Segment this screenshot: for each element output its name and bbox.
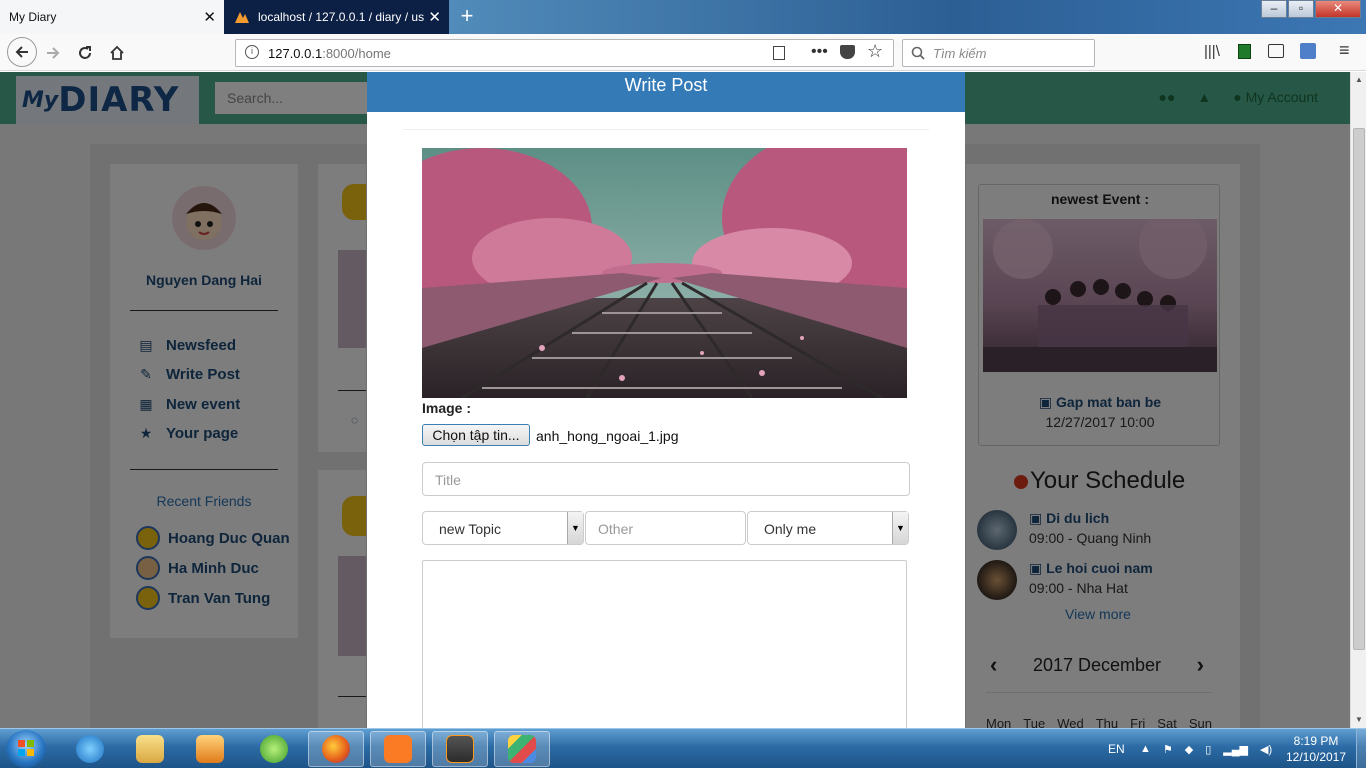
internet-explorer-taskbar-icon[interactable] (62, 731, 118, 767)
other-topic-input[interactable]: Other (585, 511, 746, 545)
file-explorer-taskbar-icon[interactable] (122, 731, 178, 767)
write-post-modal: Write Post Image: Chọn tập tin... anh_h… (367, 72, 965, 728)
tab-localhost[interactable]: localhost / 127.0.0.1 / diary / us ✕ (224, 0, 449, 34)
scroll-down-arrow-icon[interactable]: ▼ (1351, 712, 1366, 728)
xampp-taskbar-icon[interactable] (370, 731, 426, 767)
topic-select[interactable]: new Topic ▼ (422, 511, 584, 545)
modal-header: Write Post (367, 72, 965, 112)
pocket-icon[interactable] (840, 45, 855, 59)
browser-search-field[interactable]: Tìm kiếm (902, 39, 1095, 67)
clock-time: 8:19 PM (1293, 734, 1339, 748)
scroll-up-arrow-icon[interactable]: ▲ (1351, 72, 1366, 88)
tab-close-icon[interactable]: ✕ (428, 8, 441, 26)
minimize-button[interactable]: – (1261, 0, 1287, 18)
translate-extension-icon[interactable] (1300, 43, 1316, 59)
system-tray: ▲ ⚑ ◆ ▯ ▂▄▆ ◀) (1140, 729, 1272, 768)
phpmyadmin-icon (235, 12, 249, 23)
media-player-taskbar-icon[interactable] (182, 731, 238, 767)
tab-title: localhost / 127.0.0.1 / diary / us (258, 10, 425, 24)
volume-icon[interactable]: ◀) (1260, 743, 1272, 756)
firefox-taskbar-icon[interactable] (308, 731, 364, 767)
network-signal-icon[interactable]: ▂▄▆ (1223, 743, 1248, 756)
tab-my-diary[interactable]: My Diary ✕ (0, 0, 224, 34)
battery-icon[interactable]: ▯ (1205, 743, 1211, 756)
start-button[interactable] (6, 730, 46, 768)
browser-tab-bar: My Diary ✕ localhost / 127.0.0.1 / diary… (0, 0, 1366, 34)
coccoc-taskbar-icon[interactable] (246, 731, 302, 767)
action-center-flag-icon[interactable]: ⚑ (1163, 743, 1173, 756)
new-tab-plus-icon[interactable]: + (455, 3, 479, 29)
reader-view-icon[interactable] (773, 46, 785, 60)
selected-file-name: anh_hong_ngoai_1.jpg (536, 428, 679, 444)
search-icon (911, 46, 925, 60)
tab-title: My Diary (9, 10, 57, 24)
tray-expand-icon[interactable]: ▲ (1140, 743, 1151, 755)
reload-icon[interactable] (72, 40, 98, 66)
sublime-text-taskbar-icon[interactable] (432, 731, 488, 767)
image-preview (422, 148, 907, 398)
extension-icon[interactable] (1238, 44, 1251, 59)
post-title-input[interactable]: Title (422, 462, 910, 496)
menu-hamburger-icon[interactable]: ≡ (1339, 40, 1350, 61)
image-label: Image : (422, 400, 472, 416)
url-text: 127.0.0.1:8000/home (268, 46, 391, 61)
windows-taskbar: EN ▲ ⚑ ◆ ▯ ▂▄▆ ◀) 8:19 PM 12/10/2017 (0, 728, 1366, 768)
dropdown-arrow-icon[interactable]: ▼ (567, 512, 583, 544)
library-icon[interactable]: |||\ (1204, 43, 1220, 60)
language-indicator[interactable]: EN (1108, 729, 1125, 768)
title-placeholder: Title (435, 472, 461, 488)
topic-selected-value: new Topic (439, 521, 502, 537)
home-icon[interactable] (104, 40, 130, 66)
page-scrollbar[interactable]: ▲ ▼ (1350, 72, 1366, 728)
tab-close-icon[interactable]: ✕ (203, 8, 216, 26)
page-actions-icon[interactable]: ••• (811, 43, 828, 61)
bookmark-star-icon[interactable]: ☆ (867, 41, 883, 62)
show-desktop-button[interactable] (1356, 729, 1366, 768)
sidebar-toggle-icon[interactable] (1268, 44, 1284, 58)
back-arrow-icon[interactable] (7, 37, 37, 67)
url-bar[interactable]: i 127.0.0.1:8000/home ••• ☆ (235, 39, 894, 67)
browser-navigation-bar: i 127.0.0.1:8000/home ••• ☆ Tìm kiếm |||… (0, 34, 1366, 71)
dropbox-icon[interactable]: ◆ (1185, 743, 1193, 756)
other-placeholder: Other (598, 521, 634, 537)
window-close-button[interactable]: ✕ (1315, 0, 1361, 18)
scroll-thumb[interactable] (1353, 128, 1365, 650)
language-code: EN (1108, 742, 1125, 756)
dropdown-arrow-icon[interactable]: ▼ (892, 512, 908, 544)
app-taskbar-icon[interactable] (494, 731, 550, 767)
taskbar-clock[interactable]: 8:19 PM 12/10/2017 (1282, 733, 1350, 765)
forward-arrow-icon[interactable] (40, 40, 66, 66)
post-content-textarea[interactable] (422, 560, 907, 728)
choose-file-button[interactable]: Chọn tập tin... (422, 424, 530, 446)
site-info-icon[interactable]: i (245, 45, 259, 59)
privacy-select[interactable]: Only me ▼ (747, 511, 909, 545)
privacy-selected-value: Only me (764, 521, 817, 537)
maximize-button[interactable]: ▫ (1288, 0, 1314, 18)
divider (403, 129, 929, 130)
search-placeholder: Tìm kiếm (933, 46, 987, 61)
clock-date: 12/10/2017 (1285, 750, 1347, 764)
modal-title: Write Post (624, 75, 708, 95)
